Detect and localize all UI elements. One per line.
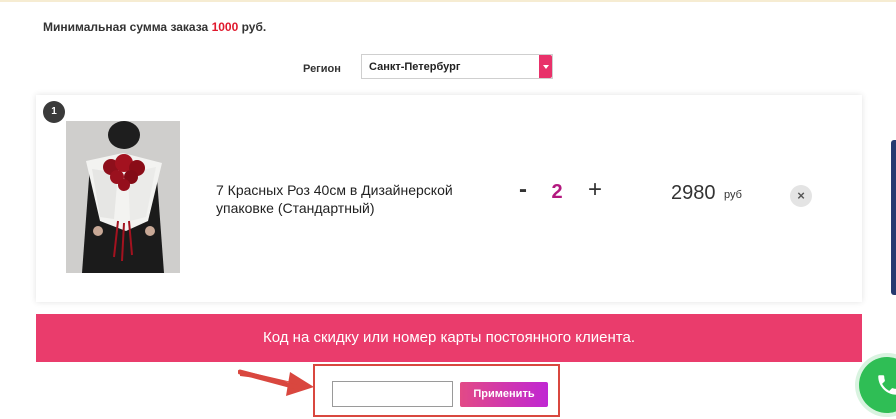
top-divider [0, 0, 896, 2]
quantity-decrease-button[interactable]: - [515, 178, 531, 202]
min-order-amount: 1000 [211, 20, 239, 34]
call-button[interactable] [859, 357, 896, 413]
discount-banner: Код на скидку или номер карты постоянног… [36, 314, 862, 362]
phone-icon [878, 375, 896, 395]
arrow-icon [238, 369, 314, 396]
item-price: 2980 [671, 182, 716, 204]
bouquet-photo-icon [66, 121, 180, 273]
region-select[interactable]: Санкт-Петербург [361, 54, 553, 79]
discount-code-input[interactable] [332, 381, 453, 407]
region-selected-value: Санкт-Петербург [369, 61, 461, 73]
min-order-notice: Минимальная сумма заказа 1000 руб. [43, 20, 266, 34]
close-icon[interactable]: × [790, 185, 812, 207]
product-image [66, 121, 180, 273]
chevron-down-icon[interactable] [539, 55, 552, 78]
min-order-label: Минимальная сумма заказа [43, 20, 209, 34]
quantity-increase-button[interactable]: + [586, 178, 604, 202]
min-order-currency: руб. [241, 20, 267, 34]
item-number-badge: 1 [43, 101, 65, 123]
quantity-value: 2 [551, 181, 563, 203]
apply-button[interactable]: Применить [460, 382, 548, 407]
product-name: 7 Красных Роз 40см в Дизайнерской упаков… [216, 182, 453, 216]
region-label: Регион [303, 63, 341, 75]
side-panel-edge [891, 140, 896, 295]
item-currency: руб [724, 189, 742, 201]
